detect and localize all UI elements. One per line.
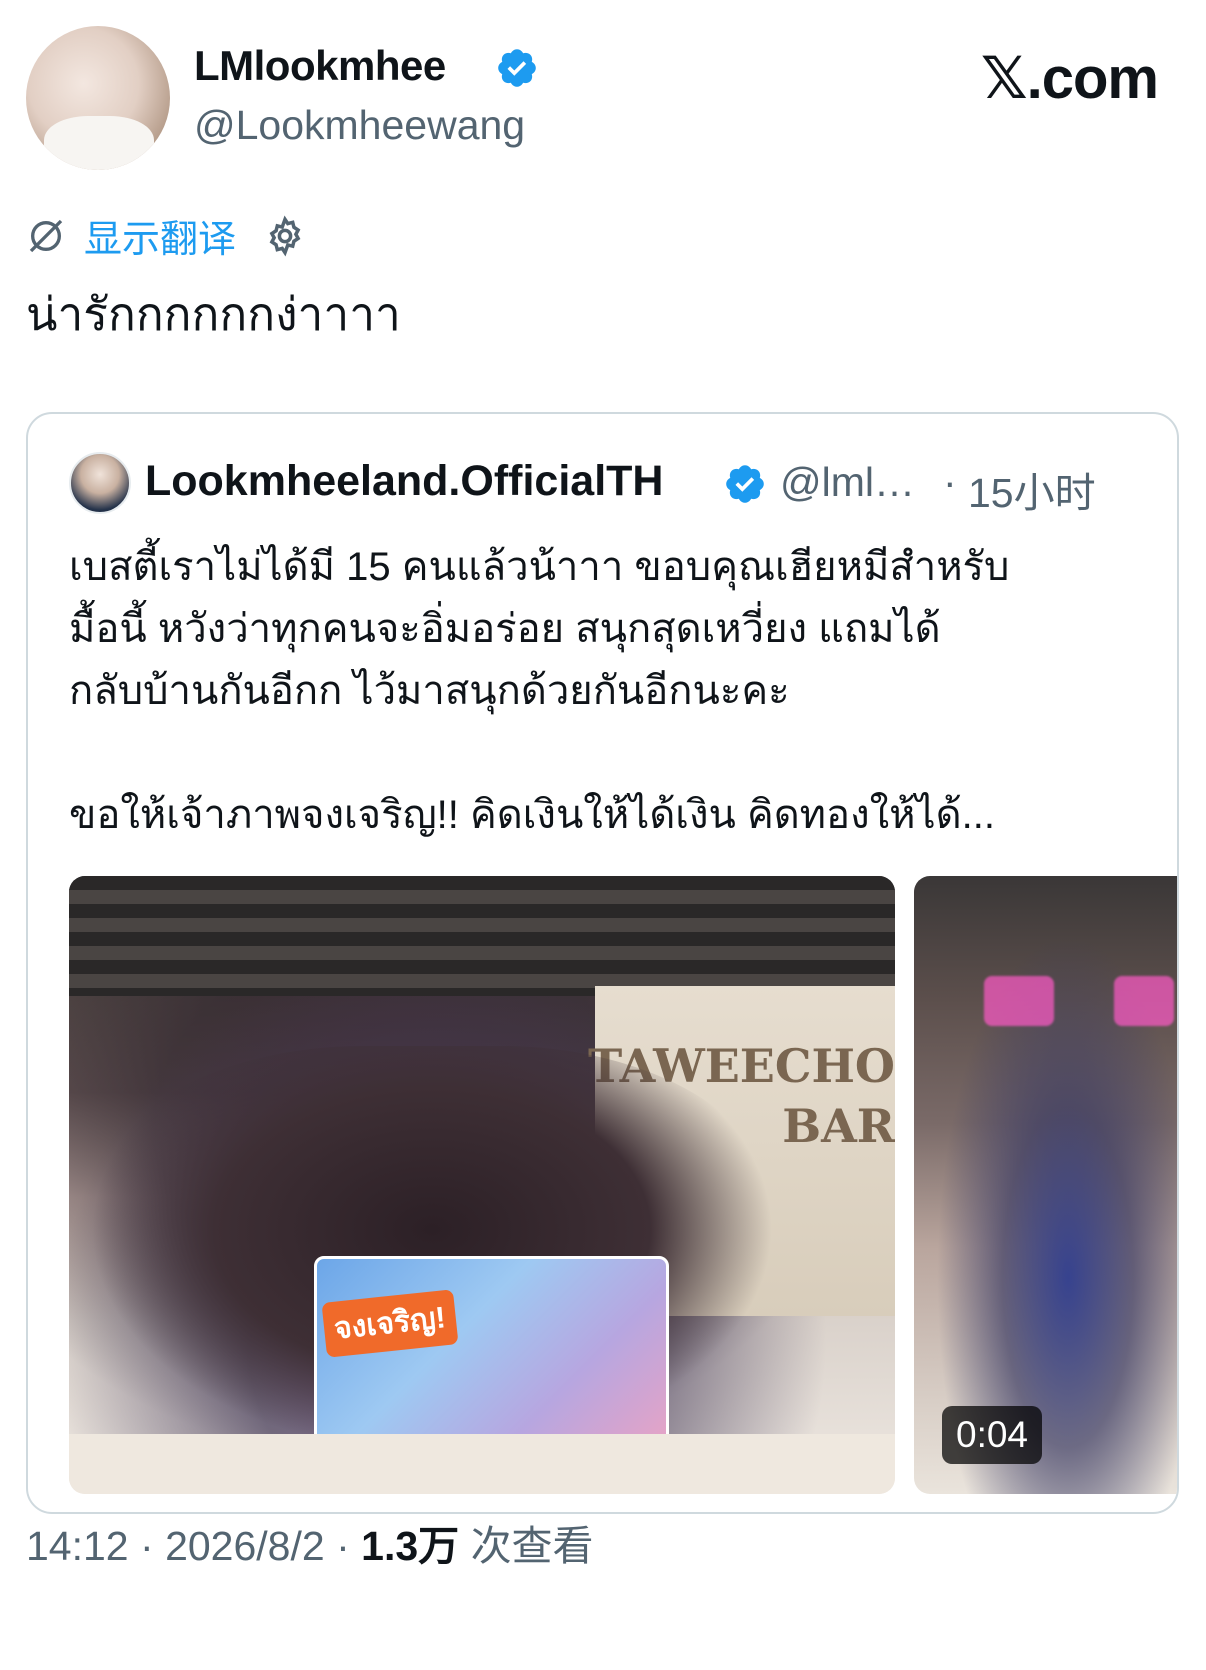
views-label: 次查看 xyxy=(470,1523,594,1569)
author-display-name[interactable]: LMlookmhee xyxy=(194,42,446,90)
video-thumbnail xyxy=(914,876,1177,1494)
author-avatar[interactable] xyxy=(26,26,170,170)
views-count: 1.3万 xyxy=(361,1523,460,1569)
tweet-meta: 14:12 · 2026/8/2 · 1.3万 次查看 xyxy=(26,1512,594,1572)
verified-badge-icon xyxy=(726,465,764,503)
video-duration-badge: 0:04 xyxy=(942,1406,1043,1464)
author-handle[interactable]: @Lookmheewang xyxy=(194,102,525,149)
separator-dot: · xyxy=(140,1523,154,1569)
quoted-timestamp[interactable]: 15小时 xyxy=(968,459,1096,519)
photo-floor xyxy=(69,1434,895,1494)
quoted-tweet-card[interactable]: Lookmheeland.OfficialTH @lml… · 15小时 เบส… xyxy=(26,412,1179,1514)
neon-sign xyxy=(1114,976,1174,1026)
tweet-date[interactable]: 2026/8/2 xyxy=(165,1523,325,1569)
quoted-author-handle[interactable]: @lml… xyxy=(780,459,915,506)
globe-slash-icon xyxy=(29,219,63,252)
x-logo: 𝕏.com xyxy=(980,46,1159,111)
quoted-author-name[interactable]: Lookmheeland.OfficialTH xyxy=(145,457,663,506)
translate-row: 显示翻译 xyxy=(26,208,306,263)
neon-sign xyxy=(984,976,1054,1026)
quoted-photo[interactable]: TAWEECHO BAR จงเจริญ! xyxy=(69,876,895,1494)
quoted-author-avatar[interactable] xyxy=(69,452,131,514)
verified-badge-icon xyxy=(498,49,536,87)
separator-dot: · xyxy=(943,459,957,505)
tweet-text: น่ารักกกกกกง่าาาา xyxy=(26,288,401,340)
quoted-text-line: กลับบ้านกันอีกก ไว้มาสนุกด้วยกันอีกนะคะ xyxy=(69,669,790,713)
quoted-video[interactable]: 0:04 xyxy=(914,876,1177,1494)
photo-ceiling xyxy=(69,876,895,996)
quoted-text-line: เบสตี้เราไม่ได้มี 15 คนแล้วน้าาา ขอบคุณเ… xyxy=(69,545,1010,589)
gear-icon[interactable] xyxy=(264,215,306,257)
show-translation-link[interactable]: 显示翻译 xyxy=(84,208,236,263)
tweet-time[interactable]: 14:12 xyxy=(26,1523,129,1569)
quoted-tweet-text: เบสตี้เราไม่ได้มี 15 คนแล้วน้าาา ขอบคุณเ… xyxy=(69,536,1139,846)
quoted-text-line: มื้อนี้ หวังว่าทุกคนจะอิ่มอร่อย สนุกสุดเ… xyxy=(69,607,941,651)
quoted-text-line: ขอให้เจ้าภาพจงเจริญ!! คิดเงินให้ได้เงิน … xyxy=(69,793,995,837)
separator-dot: · xyxy=(336,1523,350,1569)
